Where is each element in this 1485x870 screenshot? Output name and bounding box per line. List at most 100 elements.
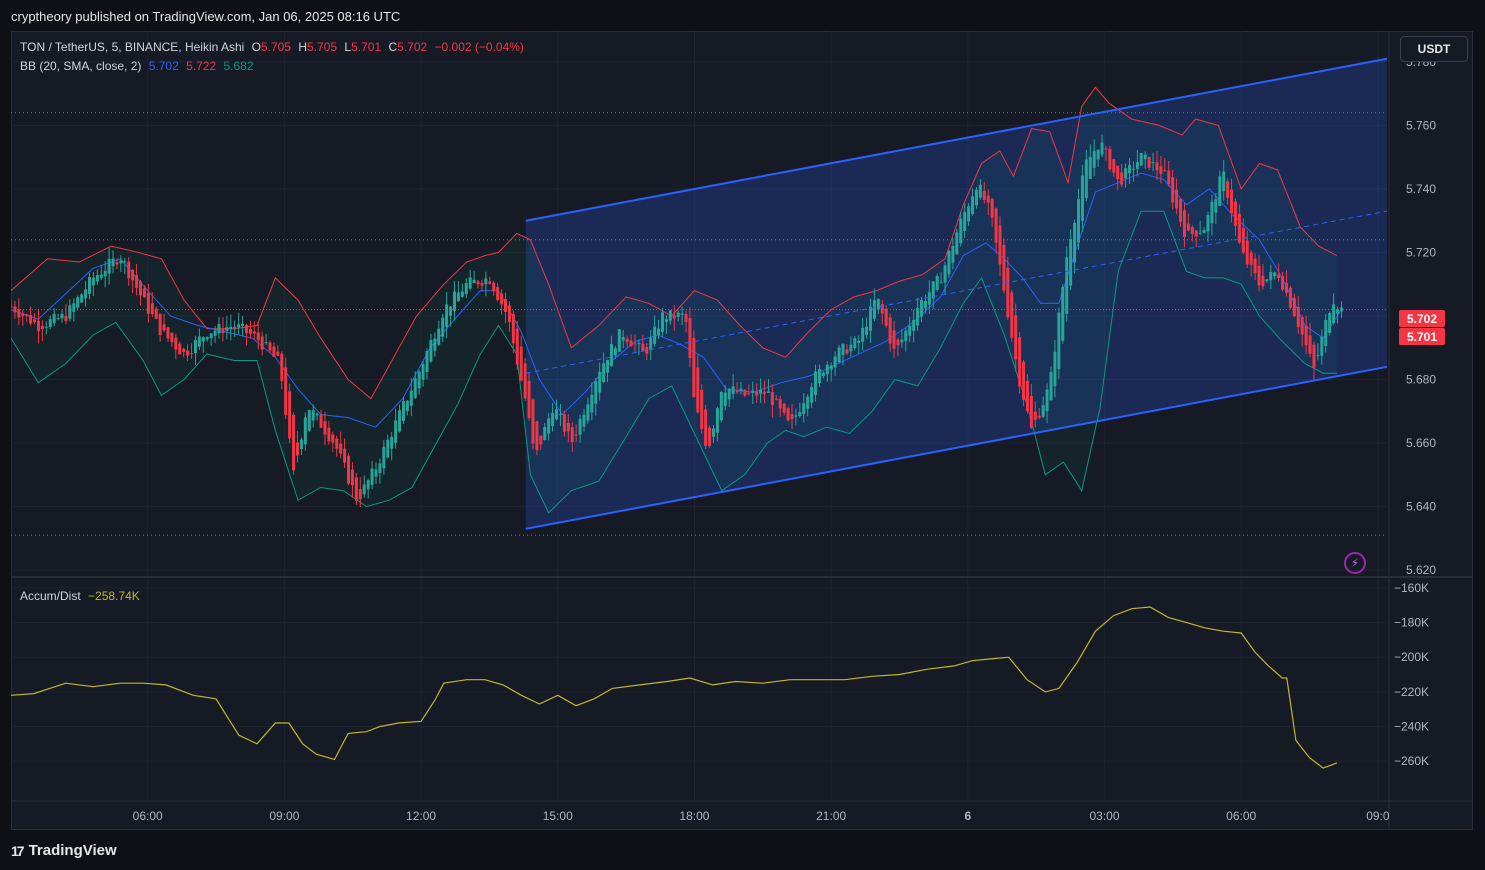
candle-body <box>1230 189 1234 214</box>
candle-body <box>923 300 927 309</box>
candle-body <box>959 218 963 244</box>
candle-body <box>252 331 256 334</box>
candle-body <box>1116 165 1120 180</box>
candle-body <box>52 313 56 324</box>
candle-body <box>91 277 95 286</box>
candle-body <box>766 391 770 393</box>
candle-body <box>609 344 613 367</box>
candle-body <box>1332 304 1336 324</box>
candle-body <box>1265 279 1269 282</box>
candle-body <box>1206 215 1210 232</box>
candle-body <box>107 258 111 274</box>
candle-body <box>590 394 594 413</box>
currency-button[interactable]: USDT <box>1400 36 1468 62</box>
candle-body <box>637 343 641 345</box>
candle-body <box>1049 371 1053 401</box>
candle-body <box>708 427 712 446</box>
chart-canvas[interactable]: 5.7805.7605.7405.7205.7005.6805.6605.640… <box>11 31 1473 830</box>
candle-body <box>409 390 413 406</box>
candle-body <box>139 281 143 296</box>
candle-body <box>578 418 582 435</box>
ad-tick-label: −160K <box>1394 581 1429 595</box>
candle-body <box>1210 201 1214 224</box>
candle-body <box>613 348 617 356</box>
price-tick-label: 5.660 <box>1406 436 1436 450</box>
candle-body <box>115 262 119 265</box>
ad-tick-label: −180K <box>1394 616 1429 630</box>
candle-body <box>515 328 519 365</box>
publish-bar: cryptheory published on TradingView.com,… <box>0 0 1485 32</box>
candle-body <box>794 415 798 417</box>
candle-body <box>48 319 52 328</box>
candle-body <box>182 348 186 353</box>
candle-body <box>1147 156 1151 168</box>
lightning-icon[interactable]: ⚡ <box>1344 552 1366 574</box>
candle-body <box>617 329 621 352</box>
candle-body <box>511 313 515 344</box>
candle-body <box>370 468 374 485</box>
candle-body <box>935 275 939 290</box>
candle-body <box>276 351 280 356</box>
candle-body <box>413 378 417 399</box>
candle-body <box>350 469 354 486</box>
candle-body <box>1010 292 1014 338</box>
candle-body <box>241 323 245 326</box>
candle-body <box>770 392 774 406</box>
price-legend: TON / TetherUS, 5, BINANCE, Heikin Ashi … <box>20 40 528 54</box>
candle-body <box>763 391 767 394</box>
candle-body <box>645 347 649 354</box>
candle-body <box>68 305 72 319</box>
candle-body <box>774 398 778 400</box>
candle-body <box>696 367 700 413</box>
ad-value: −258.74K <box>88 589 140 603</box>
candle-body <box>782 403 786 413</box>
candle-body <box>1128 164 1132 174</box>
candle-body <box>810 387 814 403</box>
candle-body <box>712 428 716 437</box>
candle-body <box>1131 168 1135 170</box>
candle-body <box>507 305 511 323</box>
candle-body <box>920 300 924 317</box>
last-price-label: 5.702 <box>1399 310 1445 327</box>
candle-body <box>955 232 959 255</box>
candle-body <box>1277 274 1281 279</box>
ad-label[interactable]: Accum/Dist <box>20 589 81 603</box>
candle-body <box>358 489 362 500</box>
bb-label[interactable]: BB (20, SMA, close, 2) <box>20 59 141 73</box>
candle-body <box>295 442 299 456</box>
candle-body <box>80 294 84 303</box>
candle-body <box>40 325 44 329</box>
candle-body <box>845 349 849 354</box>
candle-body <box>547 418 551 434</box>
candle-body <box>256 332 260 341</box>
candle-body <box>1320 336 1324 356</box>
candle-body <box>135 275 139 288</box>
candle-body <box>598 371 602 393</box>
candle-body <box>649 337 653 351</box>
candle-body <box>460 291 464 297</box>
candle-body <box>374 469 378 477</box>
candle-body <box>833 356 837 368</box>
publish-text: cryptheory published on TradingView.com,… <box>11 9 401 24</box>
candle-body <box>535 421 539 450</box>
candle-body <box>1088 156 1092 179</box>
candle-body <box>1257 265 1261 286</box>
bid-price-label: 5.701 <box>1399 328 1445 345</box>
candle-body <box>1037 415 1041 418</box>
symbol-label[interactable]: TON / TetherUS, 5, BINANCE, Heikin Ashi <box>20 40 244 54</box>
candle-body <box>1194 230 1198 237</box>
candle-body <box>1120 172 1124 185</box>
candle-body <box>1033 411 1037 420</box>
candle-body <box>814 371 818 395</box>
candle-body <box>303 417 307 445</box>
candle-body <box>1139 152 1143 166</box>
candle-body <box>778 399 782 409</box>
footer-brand[interactable]: 17 TradingView <box>11 842 117 859</box>
candle-body <box>543 427 547 441</box>
candle-body <box>1316 355 1320 357</box>
bb-lower-value: 5.682 <box>223 59 254 73</box>
time-tick-label: 06:00 <box>133 809 163 823</box>
candle-body <box>1061 287 1065 341</box>
candle-body <box>292 414 296 471</box>
price-tick-label: 5.740 <box>1406 182 1436 196</box>
